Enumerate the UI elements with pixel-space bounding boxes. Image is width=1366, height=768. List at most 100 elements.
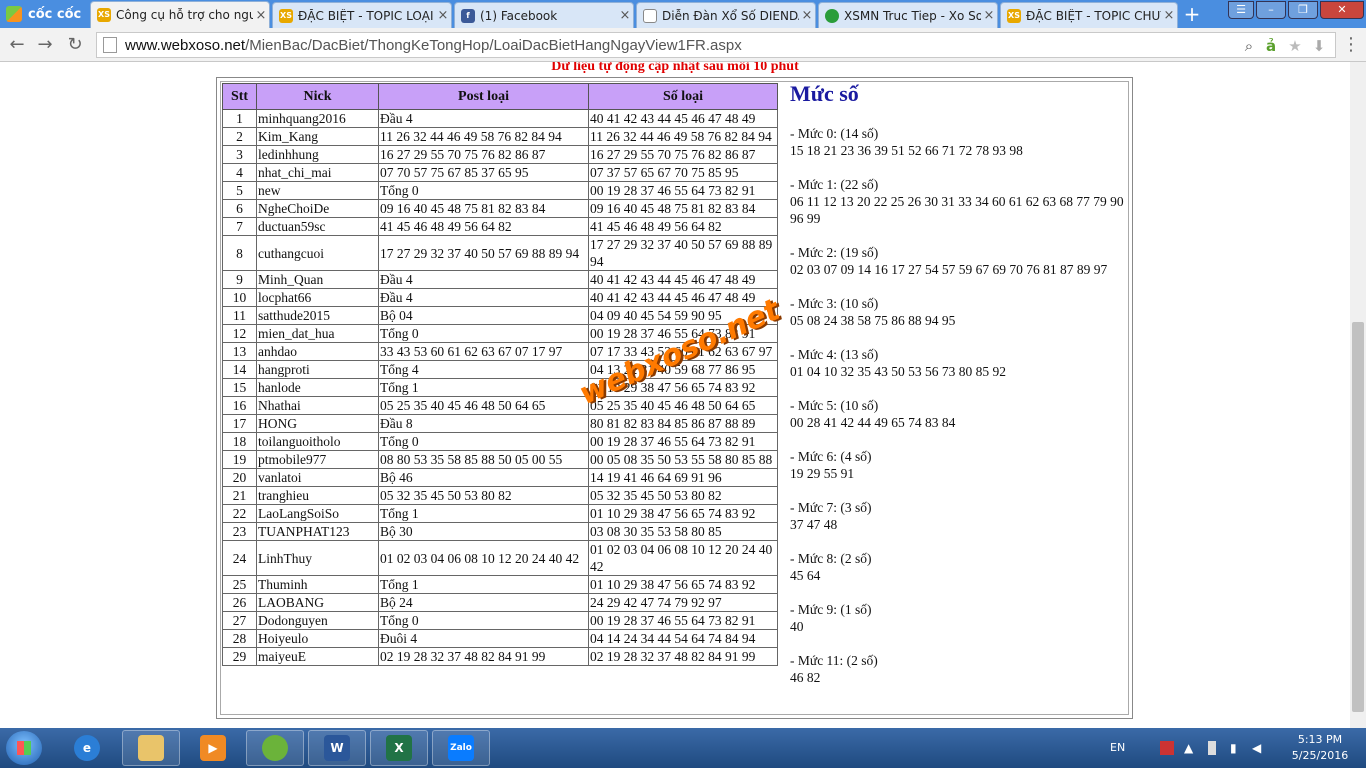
url-text[interactable]: www.webxoso.net/MienBac/DacBiet/ThongKeT… [125,37,742,54]
cell-nick: maiyeuE [256,647,379,666]
cell-stt: 15 [222,378,257,397]
vietkey-icon[interactable] [1160,741,1174,755]
table-row: 23 TUANPHAT123 Bộ 30 03 08 30 35 53 58 80 8… [222,522,778,541]
clock[interactable]: 5:13 PM 5/25/2016 [1280,732,1360,764]
cell-so-loai: 80 81 82 83 84 85 86 87 88 89 [588,414,778,433]
taskbar-internet-explorer[interactable]: e [58,730,116,766]
muc-group: - Mức 0: (14 số) 15 18 21 23 36 39 51 52 … [790,125,1135,159]
cell-nick: Thuminh [256,575,379,594]
word-icon: W [324,735,350,761]
muc-label: - Mức 5: (10 số) [790,398,879,413]
cell-stt: 8 [222,235,257,271]
zoom-icon[interactable]: ⌕ [1239,37,1259,55]
taskbar-zalo[interactable]: Zalo [432,730,490,766]
cell-nick: minhquang2016 [256,109,379,128]
language-indicator[interactable]: EN [1110,741,1125,754]
coccoc-logo[interactable]: cốc cốc [0,0,88,28]
cell-stt: 24 [222,540,257,576]
close-icon[interactable]: × [435,8,451,23]
cell-nick: Minh_Quan [256,270,379,289]
cell-nick: tranghieu [256,486,379,505]
muc-group: - Mức 3: (10 số) 05 08 24 38 58 75 86 88 … [790,295,1135,329]
close-icon[interactable]: × [799,8,815,23]
facebook-icon: f [461,8,475,23]
windows-taskbar: e ▶ W X Zalo EN ▲ ▮ ◀ 5:13 PM 5/25/2016 [0,728,1366,768]
bookmark-star-icon[interactable]: ★ [1285,37,1305,55]
taskbar-excel[interactable]: X [370,730,428,766]
muc-numbers: 05 08 24 38 58 75 86 88 94 95 [790,313,956,328]
menu-button[interactable]: ☰ [1228,1,1254,19]
tab-2[interactable]: f (1) Facebook × [454,2,634,28]
muc-group: - Mức 11: (2 số) 46 82 [790,652,1135,686]
cell-stt: 3 [222,145,257,164]
cell-stt: 29 [222,647,257,666]
cell-stt: 9 [222,270,257,289]
cell-so-loai: 24 29 42 47 74 79 92 97 [588,593,778,612]
excel-icon: X [386,735,412,761]
cell-so-loai: 02 19 28 32 37 48 82 84 91 99 [588,647,778,666]
cell-post-loai: 33 43 53 60 61 62 63 67 07 17 97 [378,342,589,361]
cell-stt: 20 [222,468,257,487]
globe-icon [825,8,839,23]
download-icon[interactable]: ⬇ [1309,37,1329,55]
windows-logo-icon [17,741,31,755]
new-tab-button[interactable]: + [1180,4,1204,24]
maximize-button[interactable]: ❐ [1288,1,1318,19]
cell-nick: LinhThuy [256,540,379,576]
taskbar-word[interactable]: W [308,730,366,766]
taskbar-coccoc[interactable] [246,730,304,766]
scrollbar-thumb[interactable] [1352,322,1364,712]
close-icon[interactable]: × [1161,8,1177,23]
tab-1[interactable]: XS ĐẶC BIỆT - TOPIC LOẠI Đ × [272,2,452,28]
browser-tab-strip: cốc cốc XS Công cụ hỗ trợ cho người × XS… [0,0,1366,28]
close-icon[interactable]: × [253,8,269,23]
settings-icon[interactable]: ⋮ [1340,34,1362,56]
translate-icon[interactable]: ả [1261,37,1281,55]
table-row: 5 new Tổng 0 00 19 28 37 46 55 64 73 82 91 [222,181,778,200]
cell-so-loai: 17 27 29 32 37 40 50 57 69 88 89 94 [588,235,778,271]
reload-button[interactable]: ↻ [64,34,86,56]
address-bar[interactable]: www.webxoso.net/MienBac/DacBiet/ThongKeT… [96,32,1336,58]
cell-so-loai: 00 19 28 37 46 55 64 73 82 91 [588,611,778,630]
taskbar-file-explorer[interactable] [122,730,180,766]
taskbar-media-player[interactable]: ▶ [184,730,242,766]
table-row: 18 toilanguoitholo Tổng 0 00 19 28 37 46 55… [222,432,778,451]
cell-post-loai: Tổng 1 [378,504,589,523]
cell-stt: 14 [222,360,257,379]
back-button[interactable]: ← [6,34,28,56]
start-button[interactable] [6,731,42,765]
window-close-button[interactable]: ✕ [1320,1,1364,19]
cell-so-loai: 09 16 40 45 48 75 81 82 83 84 [588,199,778,218]
cell-stt: 28 [222,629,257,648]
close-icon[interactable]: × [617,8,633,23]
cell-stt: 12 [222,324,257,343]
cell-post-loai: Tổng 0 [378,611,589,630]
cell-nick: vanlatoi [256,468,379,487]
tab-5[interactable]: XS ĐẶC BIỆT - TOPIC CHUY × [1000,2,1178,28]
xs-favicon-icon: XS [1007,8,1021,23]
cell-post-loai: Bộ 30 [378,522,589,541]
close-icon[interactable]: × [981,8,997,23]
tab-title: ĐẶC BIỆT - TOPIC LOẠI Đ [298,8,435,23]
tray-arrow-icon[interactable]: ▲ [1184,741,1198,755]
forward-button[interactable]: → [34,34,56,56]
network-icon[interactable]: ▮ [1230,741,1244,755]
cell-stt: 6 [222,199,257,218]
header-so-loai: Số loại [588,83,778,110]
tab-title: ĐẶC BIỆT - TOPIC CHUY [1026,8,1161,23]
muc-numbers: 40 [790,619,804,634]
table-row: 11 satthude2015 Bộ 04 04 09 40 45 54 59 90 … [222,306,778,325]
cell-post-loai: 16 27 29 55 70 75 76 82 86 87 [378,145,589,164]
tab-4[interactable]: XSMN Truc Tiep - Xo So × [818,2,998,28]
cell-post-loai: 09 16 40 45 48 75 81 82 83 84 [378,199,589,218]
tab-3[interactable]: Diễn Đàn Xổ Số DIENDA × [636,2,816,28]
battery-icon[interactable] [1208,741,1216,755]
cell-stt: 13 [222,342,257,361]
minimize-button[interactable]: – [1256,1,1286,19]
tab-0[interactable]: XS Công cụ hỗ trợ cho người × [90,1,270,28]
vertical-scrollbar[interactable] [1350,62,1366,728]
muc-numbers: 01 04 10 32 35 43 50 53 56 73 80 85 92 [790,364,1006,379]
muc-label: - Mức 6: (4 số) [790,449,872,464]
volume-icon[interactable]: ◀ [1252,741,1266,755]
auto-update-note: Dữ liệu tự động cập nhật sau mỗi 10 phút [551,62,799,74]
